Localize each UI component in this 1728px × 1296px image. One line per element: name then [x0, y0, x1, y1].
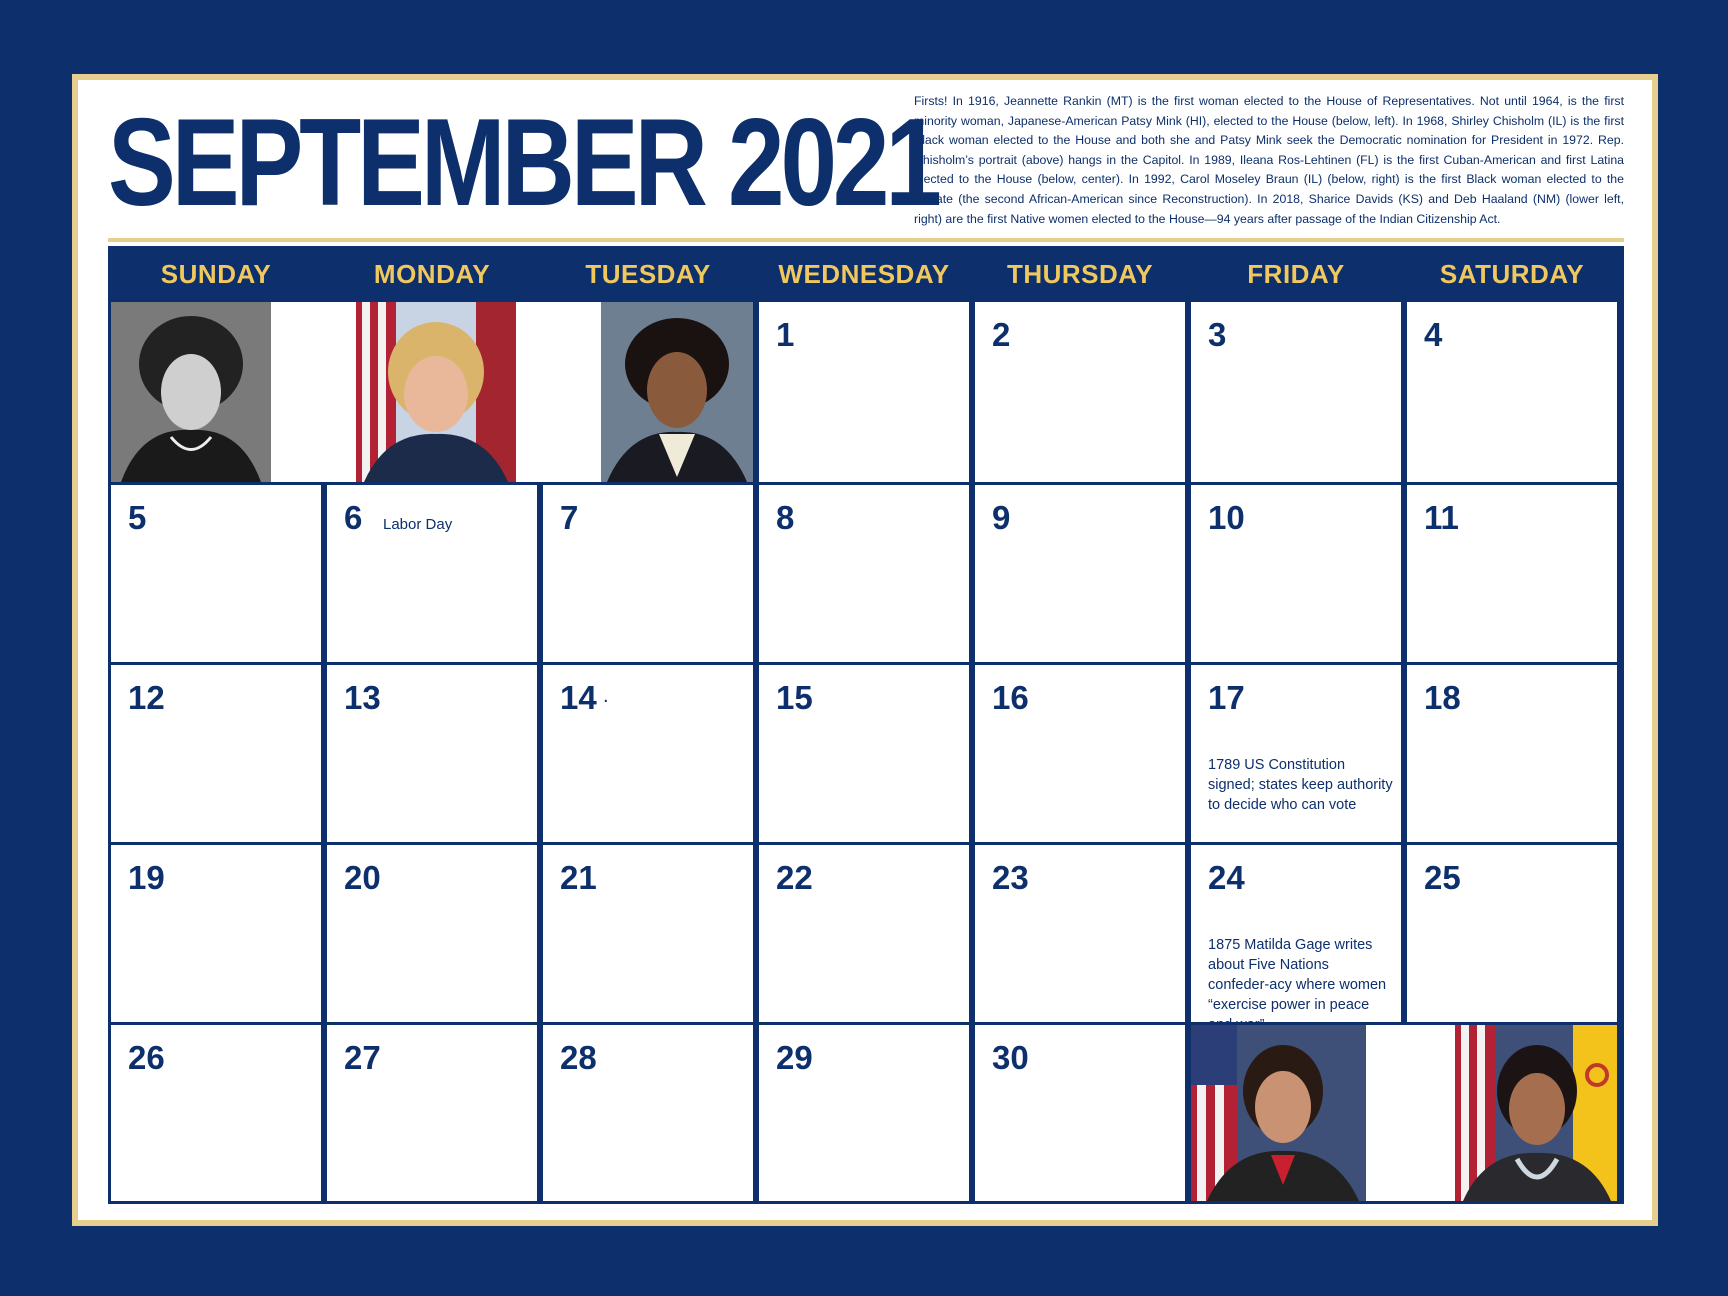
- day-number: 14: [560, 679, 597, 716]
- day-cell[interactable]: 23: [975, 845, 1185, 1022]
- day-cell[interactable]: 26: [111, 1025, 321, 1201]
- day-number: 12: [128, 679, 165, 716]
- day-cell[interactable]: 16: [975, 665, 1185, 842]
- portrait-photo-ileana-ros-lehtinen: [356, 302, 516, 482]
- weekday-monday: MONDAY: [373, 259, 491, 289]
- calendar-frame: SUNDAY MONDAY TUESDAY WEDNESDAY THURSDAY…: [108, 238, 1624, 1208]
- day-cell[interactable]: 8: [759, 485, 969, 662]
- day-number: 4: [1424, 316, 1443, 353]
- weekday-sunday: SUNDAY: [160, 259, 272, 289]
- day-number: 29: [776, 1039, 813, 1076]
- day-cell[interactable]: 25: [1407, 845, 1617, 1022]
- day-number: 3: [1208, 316, 1227, 353]
- day-cell[interactable]: 20: [327, 845, 537, 1022]
- day-cell[interactable]: 5: [111, 485, 321, 662]
- portrait-photo-sharice-davids: [1191, 1025, 1366, 1201]
- day-cell[interactable]: 13: [327, 665, 537, 842]
- day-number: 9: [992, 499, 1011, 536]
- day-cell[interactable]: 2: [975, 302, 1185, 482]
- weekday-thursday: THURSDAY: [1006, 259, 1154, 289]
- day-cell[interactable]: 22: [759, 845, 969, 1022]
- day-cell[interactable]: 11: [1407, 485, 1617, 662]
- day-cell[interactable]: 21: [543, 845, 753, 1022]
- portrait-photo-deb-haaland: [1455, 1025, 1617, 1201]
- photo-strip-top: [111, 302, 753, 482]
- day-cell[interactable]: 12: [111, 665, 321, 842]
- day-cell[interactable]: 14 .: [543, 665, 753, 842]
- weekday-friday: FRIDAY: [1247, 259, 1345, 289]
- day-number: 1: [776, 316, 795, 353]
- stray-mark: .: [603, 685, 609, 707]
- event-note: 1875 Matilda Gage writes about Five Nati…: [1208, 937, 1387, 1022]
- photo-strip-bottom: [1191, 1025, 1617, 1201]
- day-cell[interactable]: 18: [1407, 665, 1617, 842]
- day-number: 24: [1208, 859, 1245, 896]
- calendar-grid: SUNDAY MONDAY TUESDAY WEDNESDAY THURSDAY…: [108, 246, 1624, 1204]
- day-number: 13: [344, 679, 381, 716]
- portrait-photo-carol-moseley-braun: [601, 302, 753, 482]
- day-number: 2: [992, 316, 1011, 353]
- page-title: SEPTEMBER 2021: [108, 94, 942, 232]
- day-number: 10: [1208, 499, 1245, 536]
- weekday-wednesday: WEDNESDAY: [778, 259, 950, 289]
- day-number: 15: [776, 679, 813, 716]
- day-cell[interactable]: 27: [327, 1025, 537, 1201]
- day-cell[interactable]: 6 Labor Day: [327, 485, 537, 662]
- day-number: 6: [344, 499, 363, 536]
- day-number: 5: [128, 499, 147, 536]
- day-number: 23: [992, 859, 1029, 896]
- portrait-photo-patsy-mink: [111, 302, 271, 482]
- calendar-page: SEPTEMBER 2021 Firsts! In 1916, Jeannett…: [72, 74, 1658, 1226]
- day-cell[interactable]: 15: [759, 665, 969, 842]
- day-cell[interactable]: 4: [1407, 302, 1617, 482]
- day-number: 27: [344, 1039, 381, 1076]
- day-cell[interactable]: 10: [1191, 485, 1401, 662]
- day-number: 18: [1424, 679, 1461, 716]
- weekday-tuesday: TUESDAY: [585, 259, 711, 289]
- day-cell[interactable]: 29: [759, 1025, 969, 1201]
- day-number: 30: [992, 1039, 1029, 1076]
- day-cell[interactable]: 30: [975, 1025, 1185, 1201]
- day-cell[interactable]: 19: [111, 845, 321, 1022]
- day-number: 20: [344, 859, 381, 896]
- day-number: 19: [128, 859, 165, 896]
- history-blurb: Firsts! In 1916, Jeannette Rankin (MT) i…: [914, 94, 1624, 226]
- day-number: 17: [1208, 679, 1245, 716]
- day-number: 11: [1424, 499, 1459, 536]
- day-number: 25: [1424, 859, 1461, 896]
- holiday-label: Labor Day: [383, 516, 453, 533]
- day-number: 22: [776, 859, 813, 896]
- day-cell[interactable]: 28: [543, 1025, 753, 1201]
- day-cell[interactable]: 24 1875 Matilda Gage writes about Five N…: [1191, 845, 1401, 1022]
- day-cell[interactable]: 3: [1191, 302, 1401, 482]
- day-cell[interactable]: 9: [975, 485, 1185, 662]
- weekday-saturday: SATURDAY: [1439, 259, 1585, 289]
- day-number: 16: [992, 679, 1029, 716]
- day-number: 21: [560, 859, 597, 896]
- day-number: 26: [128, 1039, 165, 1076]
- day-cell[interactable]: 1: [759, 302, 969, 482]
- day-number: 8: [776, 499, 795, 536]
- event-note: 1789 US Constitution signed; states keep…: [1208, 757, 1393, 813]
- day-number: 7: [560, 499, 579, 536]
- day-cell[interactable]: 7: [543, 485, 753, 662]
- day-number: 28: [560, 1039, 597, 1076]
- day-cell[interactable]: 17 1789 US Constitution signed; states k…: [1191, 665, 1401, 842]
